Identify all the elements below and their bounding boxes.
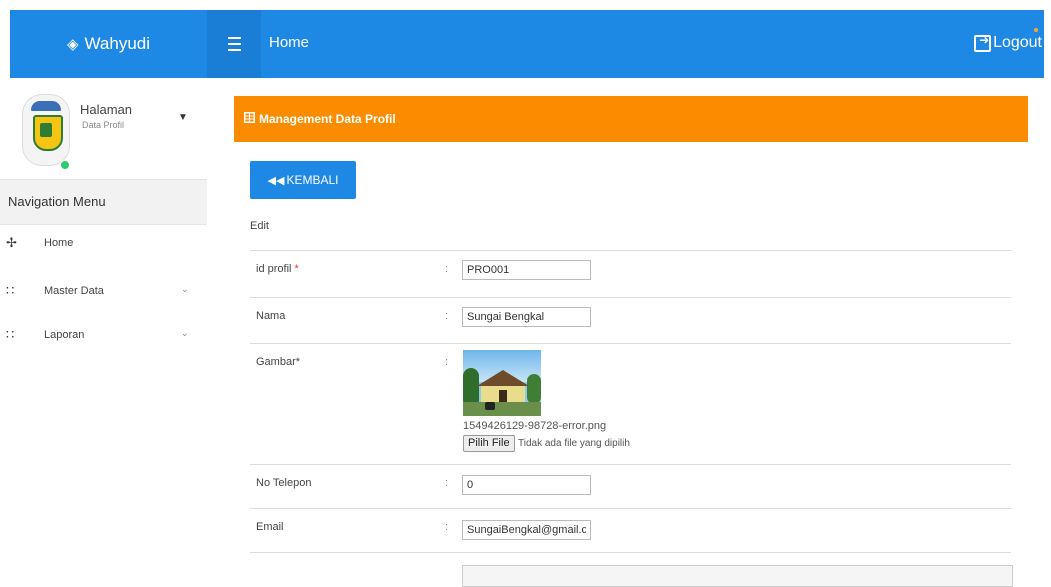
profile-name: Halaman <box>80 102 133 117</box>
no-telepon-input[interactable] <box>462 475 591 495</box>
sidebar: Halaman Data Profil ▼ Navigation Menu ✢ … <box>0 78 208 568</box>
file-status-text: Tidak ada file yang dipilih <box>518 438 630 449</box>
id-profil-input[interactable] <box>462 260 591 280</box>
choose-file-button[interactable]: Pilih File <box>463 435 515 452</box>
sidebar-item-master-data[interactable]: ∷ Master Data ⌄ <box>0 271 207 311</box>
avatar <box>22 94 70 166</box>
form-row-email: Email : <box>250 508 1011 553</box>
grid-dots-icon: ∷ <box>6 283 15 298</box>
logout-icon <box>974 33 992 52</box>
profile-subtitle: Data Profil <box>82 120 125 130</box>
brand-name: Wahyudi <box>84 34 151 53</box>
sidebar-item-label: Laporan <box>44 329 85 341</box>
sidebar-item-laporan[interactable]: ∷ Laporan ⌄ <box>0 315 207 355</box>
separator: : <box>445 521 449 533</box>
profile-image-preview <box>463 350 541 416</box>
grid-dots-icon: ∷ <box>6 327 15 342</box>
form-row-nama: Nama : <box>250 297 1011 344</box>
field-label: id profil * <box>256 263 299 275</box>
current-file-name: 1549426129-98728-error.png <box>463 420 607 432</box>
logout-label: Logout <box>993 34 1042 51</box>
logout-button[interactable]: Logout <box>974 28 1042 52</box>
page-title: Home <box>269 34 310 51</box>
panel-header: Management Data Profil <box>234 96 1028 142</box>
back-button-label: KEMBALI <box>286 173 339 187</box>
form-row-id-profil: id profil * : <box>250 250 1011 297</box>
email-input[interactable] <box>462 520 591 540</box>
form-row-next <box>250 552 1013 587</box>
panel-title: Management Data Profil <box>259 112 396 126</box>
form-row-no-telepon: No Telepon : <box>250 464 1011 509</box>
sidebar-item-label: Home <box>44 237 74 249</box>
sidebar-item-label: Master Data <box>44 285 104 297</box>
table-icon <box>244 112 255 123</box>
form-row-gambar: Gambar* : 1549426129-98728-error.png Pil… <box>250 343 1011 464</box>
nav-header-label: Navigation Menu <box>8 194 106 209</box>
sidebar-item-home[interactable]: ✢ Home <box>0 223 207 263</box>
field-label: Gambar* <box>256 356 301 368</box>
separator: : <box>445 263 449 275</box>
top-navbar: Home Logout <box>207 10 1044 78</box>
menu-toggle-button[interactable] <box>207 10 261 78</box>
separator: : <box>445 477 449 489</box>
caret-down-icon[interactable]: ▼ <box>178 112 188 123</box>
double-chevron-left-icon: ◀◀ <box>267 174 285 187</box>
nama-input[interactable] <box>462 307 591 327</box>
user-profile: Halaman Data Profil ▼ <box>0 78 207 179</box>
main-content: Management Data Profil ◀◀ KEMBALI Edit i… <box>207 78 1051 587</box>
field-label: No Telepon <box>256 477 312 489</box>
hamburger-icon <box>227 35 241 53</box>
next-field-input[interactable] <box>462 565 1013 587</box>
separator: : <box>445 356 449 368</box>
online-status-dot <box>60 160 70 170</box>
field-label: Nama <box>256 310 286 322</box>
cube-icon: ◈ <box>66 36 79 53</box>
notification-dot <box>1034 28 1038 32</box>
chevron-down-icon: ⌄ <box>181 328 189 338</box>
separator: : <box>445 310 449 322</box>
section-label: Edit <box>250 220 269 232</box>
field-label: Email <box>256 521 284 533</box>
back-button[interactable]: ◀◀ KEMBALI <box>250 161 356 199</box>
brand-logo[interactable]: ◈ Wahyudi <box>10 10 207 78</box>
nav-header: Navigation Menu <box>0 179 207 225</box>
move-arrows-icon: ✢ <box>6 235 17 250</box>
chevron-down-icon: ⌄ <box>181 284 189 294</box>
